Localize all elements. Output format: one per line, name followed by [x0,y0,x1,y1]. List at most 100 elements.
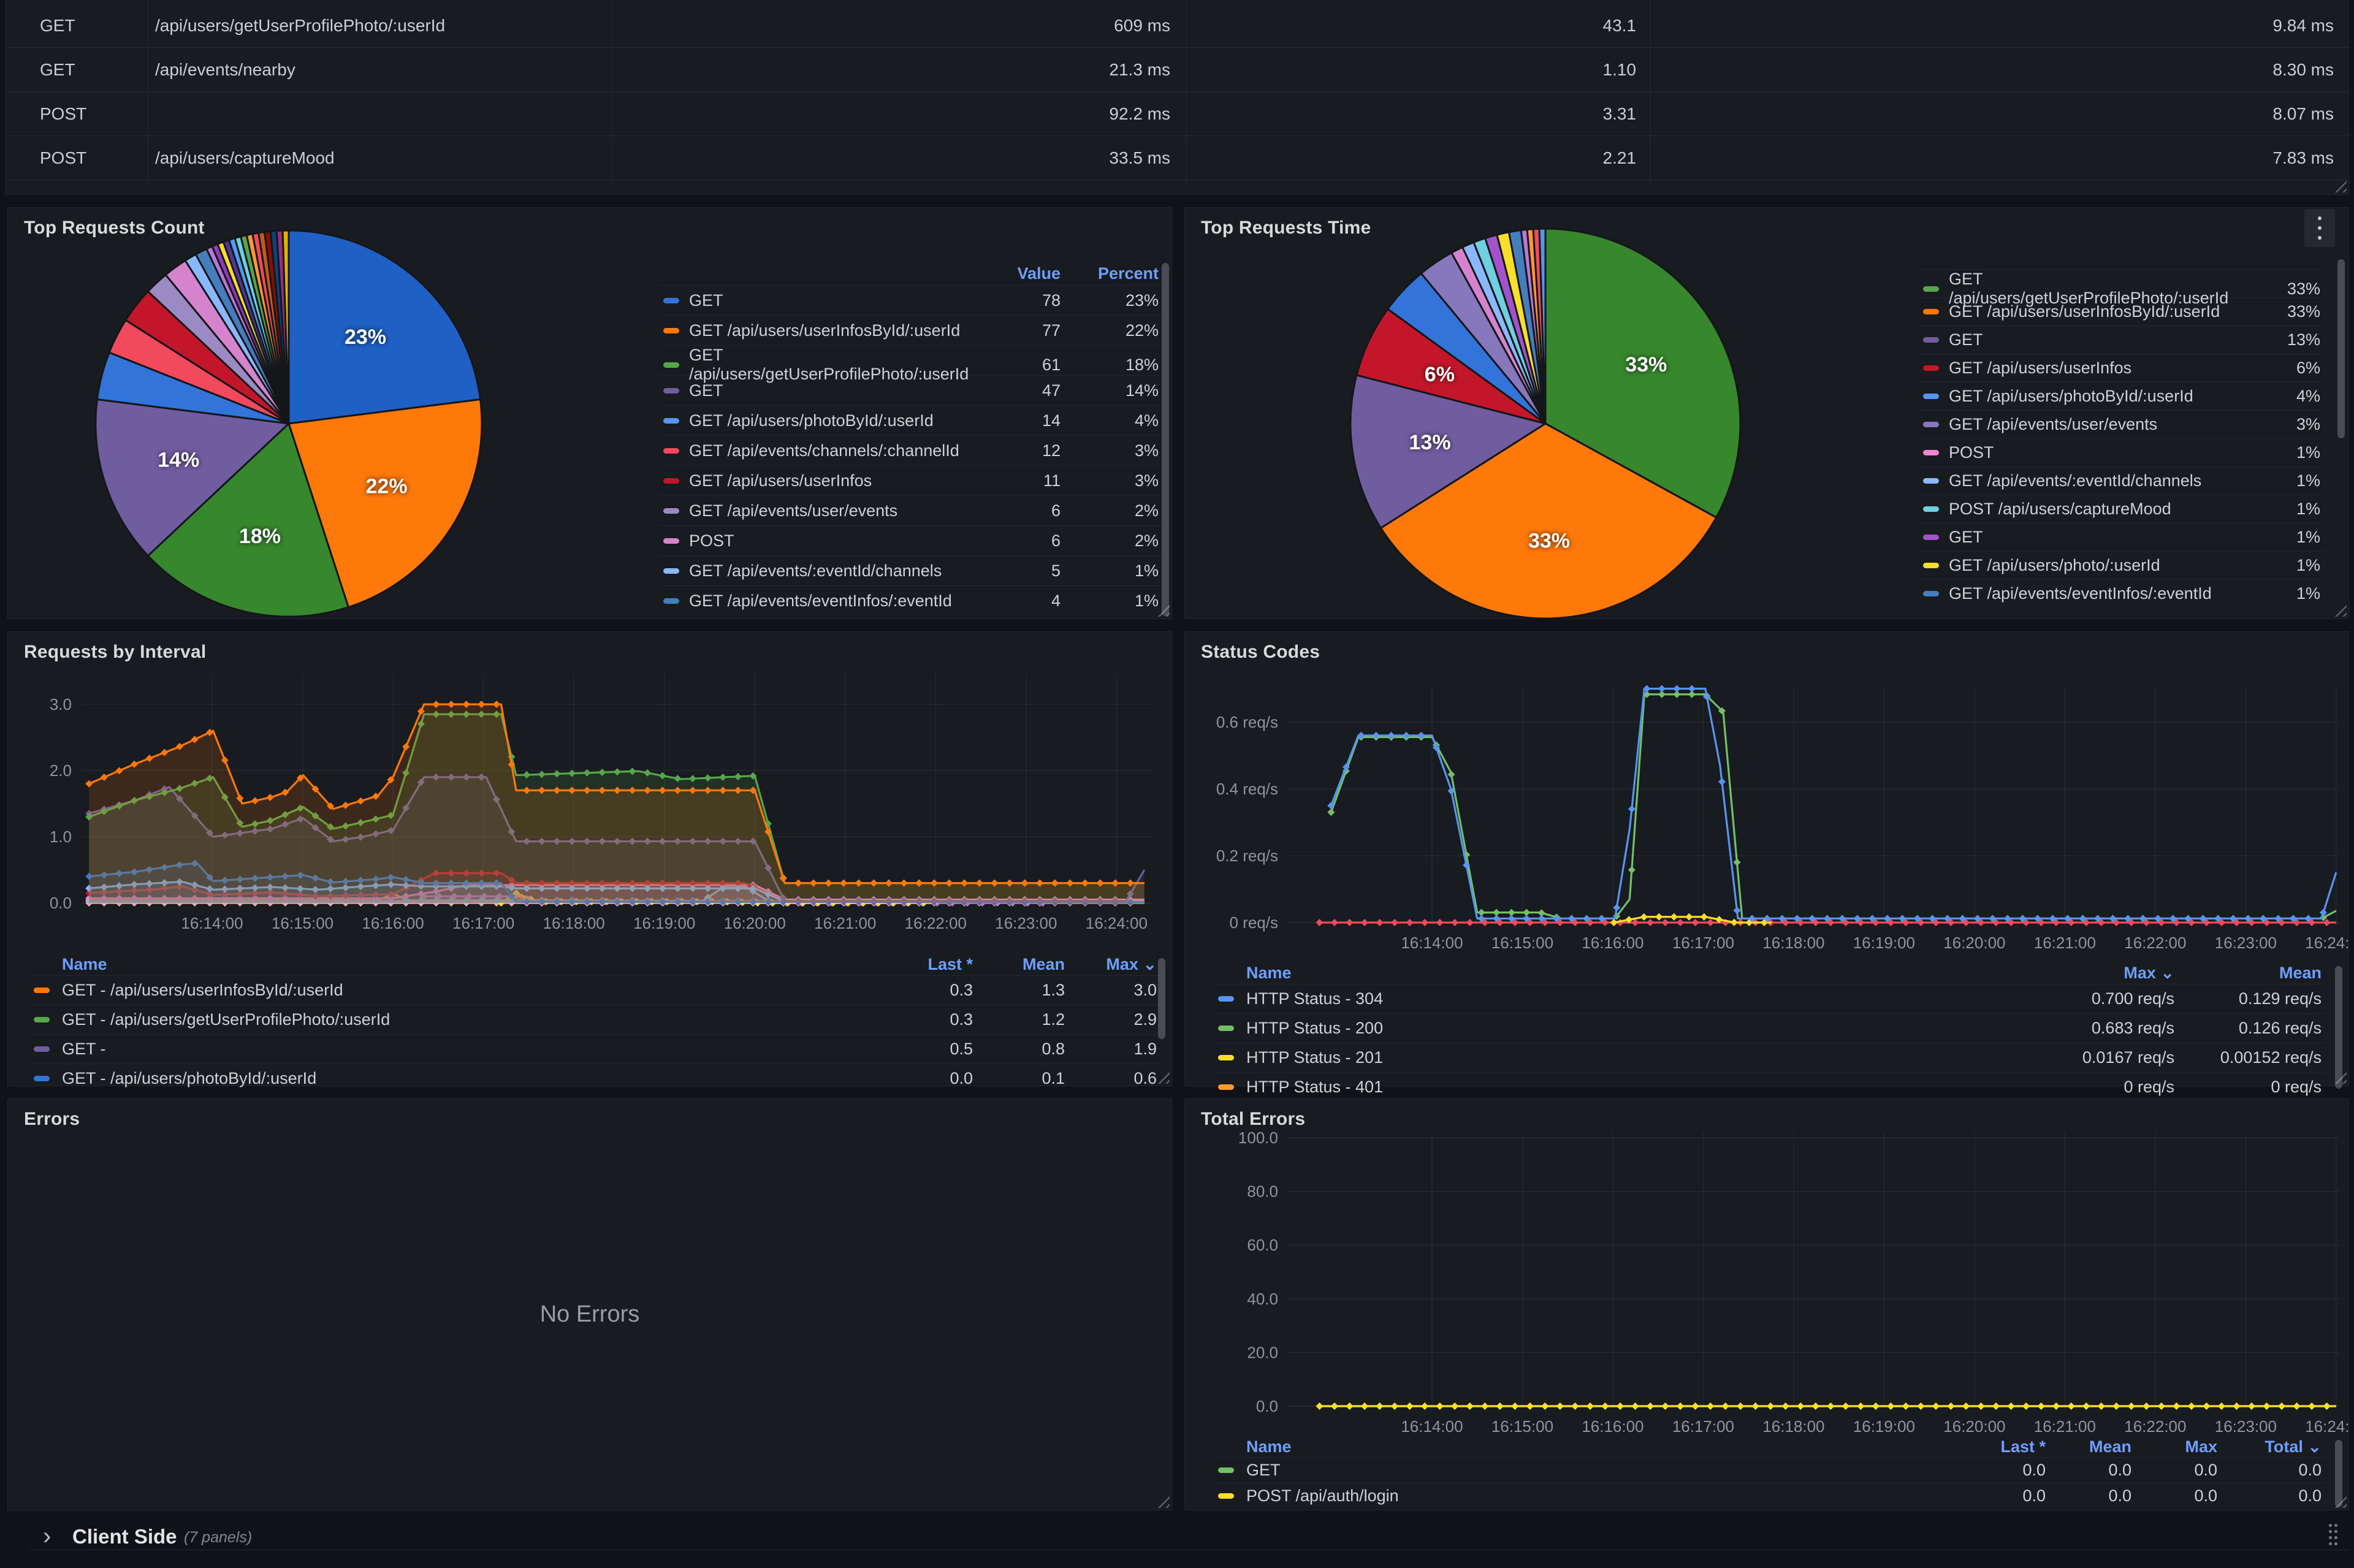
legend-label[interactable]: POST /api/users/captureMood [1949,500,2244,519]
legend-row[interactable]: GET /api/users/getUserProfilePhoto/:user… [1919,269,2324,297]
legend-label[interactable]: GET [1949,528,2244,547]
legend-header-name[interactable]: Name [1246,964,1994,983]
legend-row[interactable]: GET /api/events/eventInfos/:eventId41% [660,585,1162,615]
legend-row[interactable]: GET7823% [660,285,1162,315]
legend-header-last[interactable]: Last * [878,955,977,974]
legend-header-value[interactable]: Value [978,264,1064,283]
legend-row[interactable]: HTTP Status - 2010.0167 req/s0.00152 req… [1214,1043,2325,1072]
legend-row[interactable]: GET /api/users/photoById/:userId4% [1919,382,2324,410]
legend-scrollbar[interactable] [2335,1440,2342,1507]
legend-label[interactable]: GET /api/events/channels/:channelId [689,441,978,460]
legend-label[interactable]: GET /api/events/user/events [689,501,978,520]
legend-label[interactable]: GET /api/users/photo/:userId [1949,556,2244,575]
legend-row[interactable]: GET /api/users/photoById/:userId144% [660,405,1162,435]
legend-label[interactable]: GET [1246,1461,1957,1480]
legend-label[interactable]: GET /api/users/photoById/:userId [689,411,978,430]
legend-label[interactable]: GET /api/users/userInfos [689,471,978,490]
legend-label[interactable]: HTTP Status - 401 [1246,1078,1994,1097]
legend-label[interactable]: POST /api/auth/login [1246,1486,1957,1505]
legend-label[interactable]: GET /api/users/userInfos [1949,359,2244,378]
grafana-dashboard: { "top_table": { "rows": [ {"method":"GE… [0,0,2354,1568]
panel-resize-handle[interactable] [2334,180,2347,192]
legend-label[interactable]: GET - /api/users/userInfosById/:userId [62,981,878,1000]
legend-row[interactable]: GET /api/events/user/events3% [1919,410,2324,438]
legend-row[interactable]: HTTP Status - 2000.683 req/s0.126 req/s [1214,1013,2325,1043]
legend-header-max[interactable]: Max ⌄ [1994,964,2178,983]
legend-row[interactable]: GET /api/users/userInfos6% [1919,354,2324,382]
pie-slice-label: 33% [1625,353,1667,376]
table-row[interactable]: GET/api/users/getUserProfilePhoto/:userI… [6,4,2348,48]
svg-text:16:19:00: 16:19:00 [1853,934,1915,952]
legend-row[interactable]: GET /api/events/eventInfos/:eventId1% [1919,579,2324,607]
legend-label[interactable]: GET /api/users/userInfosById/:userId [1949,302,2244,321]
legend-row[interactable]: GET /api/users/userInfosById/:userId7722… [660,315,1162,345]
legend-header-mean[interactable]: Mean [977,955,1068,974]
legend-header-total[interactable]: Total ⌄ [2221,1437,2325,1456]
table-row[interactable]: POST/api/users/captureMood33.5 ms2.217.8… [6,136,2348,180]
legend-header-mean[interactable]: Mean [2049,1437,2135,1456]
dashboard-row-client-side[interactable]: › Client Side (7 panels) [0,1510,2354,1568]
legend-row[interactable]: GET /api/users/getUserProfilePhoto/:user… [660,345,1162,375]
table-row[interactable]: POST92.2 ms3.318.07 ms [6,92,2348,136]
chevron-right-icon[interactable]: › [43,1523,51,1550]
legend-label[interactable]: GET /api/events/:eventId/channels [1949,471,2244,490]
table-row[interactable]: GET/api/events/nearby21.3 ms1.108.30 ms [6,48,2348,92]
legend-row[interactable]: POST62% [660,525,1162,555]
legend-row[interactable]: GET /api/users/userInfos113% [660,465,1162,495]
legend-color-swatch [1923,365,1939,371]
legend-header-name[interactable]: Name [62,955,878,974]
legend-header-percent[interactable]: Percent [1064,264,1162,283]
legend-label[interactable]: GET /api/users/getUserProfilePhoto/:user… [689,346,978,384]
legend-header-name[interactable]: Name [1246,1437,1957,1456]
legend-label[interactable]: GET - /api/users/getUserProfilePhoto/:us… [62,1010,878,1029]
legend-row[interactable]: GET - /api/users/getUserProfilePhoto/:us… [30,1005,1160,1034]
legend-row[interactable]: GET - /api/users/photoById/:userId0.00.1… [30,1064,1160,1093]
legend-last: 0.3 [878,981,977,1000]
legend-row[interactable]: GET1% [1919,523,2324,551]
row-title[interactable]: Client Side [72,1525,177,1548]
legend-label[interactable]: HTTP Status - 200 [1246,1019,1994,1038]
legend-header-last[interactable]: Last * [1957,1437,2049,1456]
legend-label[interactable]: HTTP Status - 304 [1246,989,1994,1008]
legend-scrollbar[interactable] [1158,958,1165,1039]
legend-row[interactable]: POST /api/auth/login0.00.00.00.0 [1214,1483,2325,1509]
legend-row[interactable]: GET -0.50.81.9 [30,1034,1160,1064]
legend-label[interactable]: GET /api/events/eventInfos/:eventId [689,592,978,611]
legend-label[interactable]: GET [1949,330,2244,349]
legend-label[interactable]: GET /api/events/:eventId/channels [689,561,978,580]
legend-row[interactable]: GET /api/events/:eventId/channels51% [660,555,1162,585]
legend-label[interactable]: HTTP Status - 201 [1246,1048,1994,1067]
legend-row[interactable]: POST /api/users/captureMood1% [1919,495,2324,523]
legend-color-swatch [663,598,679,604]
legend-row[interactable]: GET13% [1919,325,2324,354]
legend-label[interactable]: GET /api/users/userInfosById/:userId [689,321,978,340]
legend-scrollbar[interactable] [2337,259,2345,438]
legend-header-mean[interactable]: Mean [2178,964,2325,983]
legend-header-max[interactable]: Max ⌄ [1068,955,1160,974]
legend-row[interactable]: GET0.00.00.00.0 [1214,1457,2325,1483]
legend-scrollbar[interactable] [2335,966,2342,1089]
legend-label[interactable]: GET - /api/users/photoById/:userId [62,1069,878,1088]
legend-label[interactable]: GET /api/events/eventInfos/:eventId [1949,584,2244,603]
legend-row[interactable]: GET /api/events/user/events62% [660,495,1162,525]
panel-resize-handle[interactable] [1157,1496,1170,1508]
legend-row[interactable]: GET /api/events/channels/:channelId123% [660,435,1162,465]
legend-label[interactable]: GET /api/users/photoById/:userId [1949,387,2244,406]
row-drag-handle-icon[interactable] [2329,1524,2339,1548]
legend-header-max[interactable]: Max [2135,1437,2221,1456]
legend-row[interactable]: GET /api/users/photo/:userId1% [1919,551,2324,579]
legend-row[interactable]: HTTP Status - 4010 req/s0 req/s [1214,1072,2325,1102]
legend-label[interactable]: POST [1949,443,2244,462]
legend-row[interactable]: GET - /api/users/userInfosById/:userId0.… [30,975,1160,1005]
legend-color-swatch [663,508,679,514]
legend-row[interactable]: POST1% [1919,438,2324,466]
legend-scrollbar[interactable] [1162,263,1169,616]
legend-row[interactable]: HTTP Status - 3040.700 req/s0.129 req/s [1214,984,2325,1013]
legend-label[interactable]: GET - [62,1040,878,1059]
legend-label[interactable]: GET /api/events/user/events [1949,415,2244,434]
legend-label[interactable]: POST [689,531,978,550]
svg-text:16:19:00: 16:19:00 [633,914,695,932]
legend-label[interactable]: GET [689,291,978,310]
legend-row[interactable]: GET /api/events/:eventId/channels1% [1919,466,2324,495]
legend-label[interactable]: GET [689,381,978,400]
